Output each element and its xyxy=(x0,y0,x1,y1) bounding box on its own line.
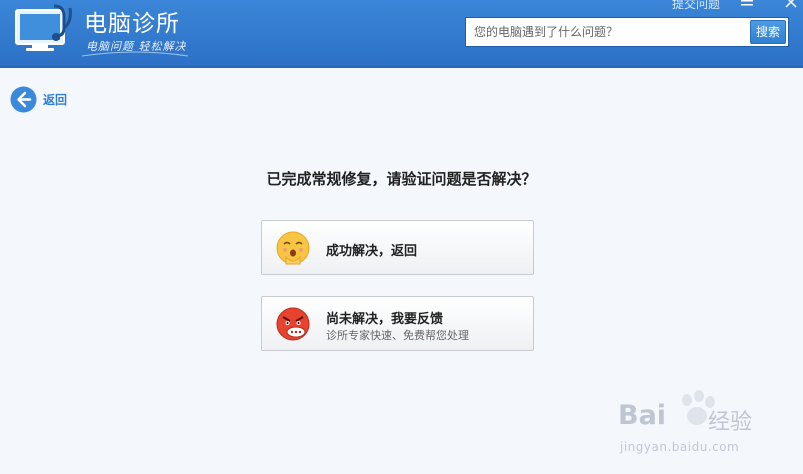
close-icon[interactable] xyxy=(784,0,798,9)
unresolved-option-title: 尚未解决，我要反馈 xyxy=(326,312,444,327)
monitor-stethoscope-logo xyxy=(15,4,72,51)
slogan-swoosh xyxy=(81,51,189,57)
minimize-icon[interactable] xyxy=(740,0,754,9)
watermark-brand-cn: 经验 xyxy=(708,410,753,435)
back-button[interactable]: 返回 xyxy=(10,86,67,113)
watermark-url: jingyan.baidu.com xyxy=(620,440,740,454)
resolved-option-button[interactable]: 成功解决，返回 xyxy=(261,220,534,275)
unresolved-option-subtitle: 诊所专家快速、免费帮您处理 xyxy=(326,329,469,342)
app-title: 电脑诊所 xyxy=(84,11,180,37)
verify-question: 已完成常规修复，请验证问题是否解决？ xyxy=(266,170,537,188)
unresolved-option-button[interactable]: 尚未解决，我要反馈 诊所专家快速、免费帮您处理 xyxy=(261,296,534,351)
search-button[interactable]: 搜索 xyxy=(750,20,786,44)
watermark-brand: Bai xyxy=(618,400,667,431)
back-label: 返回 xyxy=(43,93,68,107)
search-input[interactable] xyxy=(466,18,750,46)
submit-issue-link[interactable]: 提交问题 xyxy=(672,0,720,12)
title-bar: 电脑诊所 电脑问题 轻松解决 提交问题 搜索 xyxy=(0,0,803,68)
angry-face-icon xyxy=(276,307,310,341)
resolved-option-title: 成功解决，返回 xyxy=(326,244,418,259)
search-box: 搜索 xyxy=(465,17,789,47)
arrow-left-icon xyxy=(10,86,37,113)
happy-face-icon xyxy=(276,231,310,265)
